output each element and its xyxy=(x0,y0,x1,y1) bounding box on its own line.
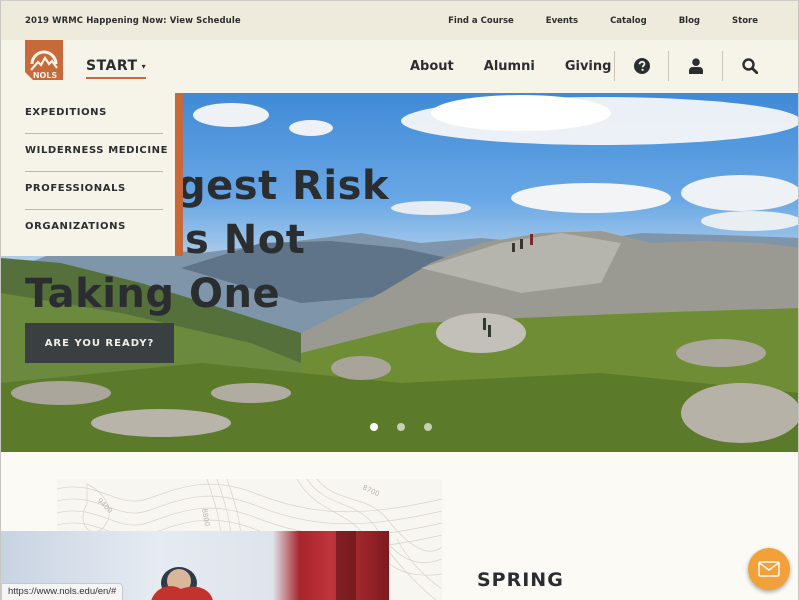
nav-alumni[interactable]: Alumni xyxy=(484,59,535,74)
utility-bar: 2019 WRMC Happening Now: View Schedule F… xyxy=(1,1,798,40)
utility-link-find-a-course[interactable]: Find a Course xyxy=(448,16,514,26)
menu-divider xyxy=(25,133,163,134)
user-icon xyxy=(688,58,703,74)
carousel-dot-1[interactable] xyxy=(370,423,378,431)
account-button[interactable] xyxy=(668,51,722,81)
utility-links: Find a Course Events Catalog Blog Store xyxy=(416,16,758,26)
browser-status-url: https://www.nols.edu/en/# xyxy=(1,583,124,600)
nav-about[interactable]: About xyxy=(410,59,454,74)
utility-link-catalog[interactable]: Catalog xyxy=(610,16,647,26)
topo-label-8700: 8700 xyxy=(361,484,381,499)
menu-divider xyxy=(25,209,163,210)
help-icon xyxy=(633,58,650,74)
menu-item-organizations[interactable]: ORGANIZATIONS xyxy=(25,221,163,232)
logo-text: NOLS xyxy=(33,71,58,80)
start-menu-toggle[interactable]: START ▾ xyxy=(86,58,147,79)
topo-label-8800: 8800 xyxy=(200,508,211,527)
browser-viewport: 2019 WRMC Happening Now: View Schedule F… xyxy=(0,0,799,600)
utility-link-events[interactable]: Events xyxy=(546,16,578,26)
utility-link-store[interactable]: Store xyxy=(732,16,758,26)
headline-line-3: Taking One xyxy=(25,271,281,317)
carousel-dot-3[interactable] xyxy=(424,423,432,431)
menu-divider xyxy=(25,171,163,172)
envelope-icon xyxy=(758,561,780,577)
menu-item-expeditions[interactable]: EXPEDITIONS xyxy=(25,107,163,118)
menu-item-wilderness-medicine[interactable]: WILDERNESS MEDICINE xyxy=(25,145,167,156)
caret-down-icon: ▾ xyxy=(141,61,147,71)
nav-giving[interactable]: Giving xyxy=(565,59,612,74)
nols-logo-icon: NOLS xyxy=(25,40,63,80)
carousel-dots xyxy=(370,423,432,431)
menu-item-professionals[interactable]: PROFESSIONALS xyxy=(25,183,163,194)
main-nav: About Alumni Giving xyxy=(410,59,641,74)
help-button[interactable] xyxy=(614,51,668,81)
promo-link[interactable]: 2019 WRMC Happening Now: View Schedule xyxy=(25,16,241,26)
nols-logo[interactable]: NOLS xyxy=(25,40,63,80)
utility-link-blog[interactable]: Blog xyxy=(679,16,700,26)
start-label: START xyxy=(86,58,138,74)
carousel-dot-2[interactable] xyxy=(397,423,405,431)
main-header: NOLS START ▾ About Alumni Giving xyxy=(1,40,798,93)
section-heading: SPRING xyxy=(477,569,564,591)
search-icon xyxy=(741,58,758,74)
are-you-ready-button[interactable]: ARE YOU READY? xyxy=(25,323,174,363)
start-dropdown-menu: EXPEDITIONS WILDERNESS MEDICINE PROFESSI… xyxy=(1,93,183,256)
newsletter-signup-button[interactable] xyxy=(748,548,790,590)
search-button[interactable] xyxy=(722,51,776,81)
topo-label-9400: 9400 xyxy=(96,497,114,515)
